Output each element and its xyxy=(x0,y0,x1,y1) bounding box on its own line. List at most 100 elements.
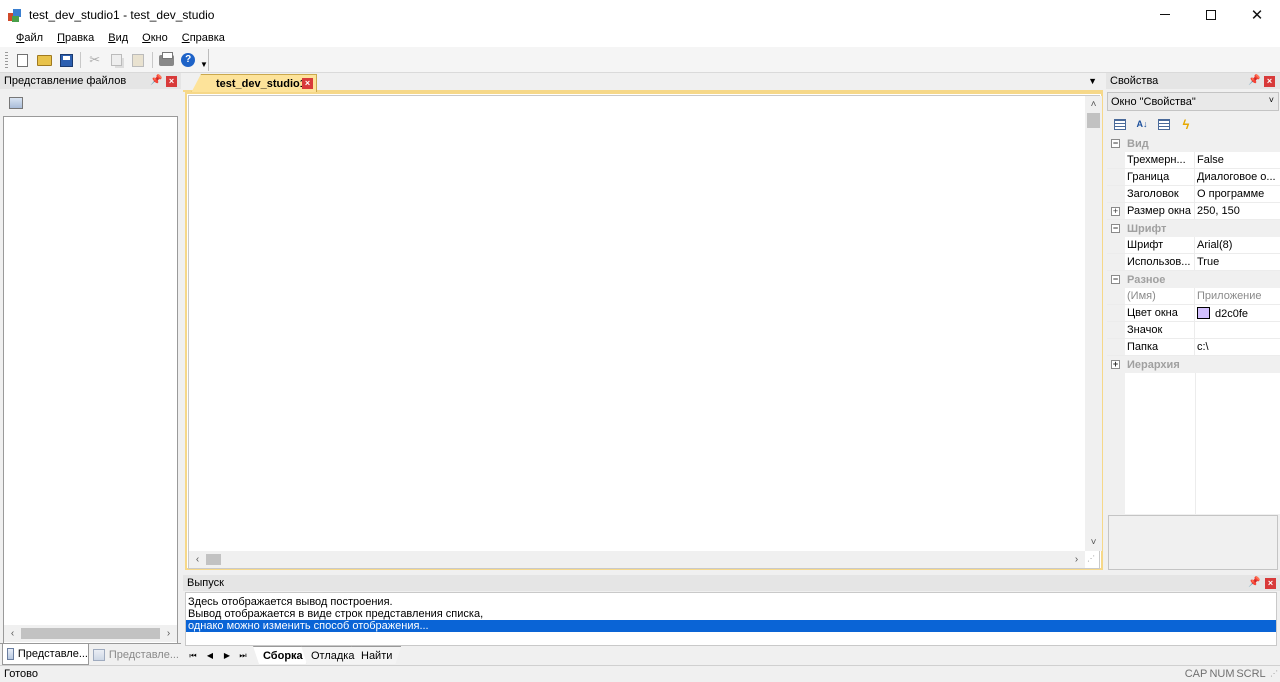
property-row[interactable]: + Размер окна 250, 150 xyxy=(1107,202,1280,220)
scroll-thumb[interactable] xyxy=(21,628,160,639)
save-icon xyxy=(59,53,73,67)
toolbar-grip[interactable] xyxy=(5,52,8,68)
property-row[interactable]: Трехмерн... False xyxy=(1107,151,1280,169)
events-button[interactable]: ϟ xyxy=(1175,115,1197,133)
property-row[interactable]: Цвет окна d2c0fe xyxy=(1107,304,1280,322)
category-row[interactable]: − Вид xyxy=(1107,135,1280,152)
toolbar-overflow-icon[interactable]: ▼ xyxy=(200,60,208,69)
property-row[interactable]: Шрифт Arial(8) xyxy=(1107,236,1280,254)
first-tab-icon[interactable]: ⏮ xyxy=(186,649,200,662)
property-row[interactable]: Заголовок О программе xyxy=(1107,185,1280,203)
pin-icon[interactable]: 📌 xyxy=(1248,577,1260,589)
resize-grip-icon[interactable]: ⋰ xyxy=(1087,554,1095,563)
scroll-left-icon[interactable]: ‹ xyxy=(4,625,21,642)
property-row[interactable]: Граница Диалоговое о... xyxy=(1107,168,1280,186)
document-list-dropdown-icon[interactable]: ▼ xyxy=(1088,76,1097,86)
menu-window[interactable]: Окно xyxy=(135,32,175,44)
save-button[interactable] xyxy=(55,50,77,70)
scroll-down-icon[interactable]: ˅ xyxy=(1085,534,1102,551)
collapse-icon[interactable]: − xyxy=(1111,224,1120,233)
paste-button[interactable] xyxy=(127,50,149,70)
alphabetical-button[interactable]: A↓ xyxy=(1131,115,1153,133)
tab-find-label: Найти xyxy=(361,649,393,662)
property-value[interactable]: Arial(8) xyxy=(1197,239,1279,251)
tab-class-view[interactable]: Представле... xyxy=(89,644,179,665)
maximize-button[interactable] xyxy=(1188,0,1234,29)
last-tab-icon[interactable]: ⏭ xyxy=(236,649,250,662)
grid-column-divider xyxy=(1195,373,1196,514)
close-panel-icon[interactable]: × xyxy=(166,76,177,87)
menu-file-label: айл xyxy=(24,32,44,44)
new-button[interactable] xyxy=(12,50,34,70)
minimize-button[interactable] xyxy=(1142,0,1188,29)
property-value[interactable]: Диалоговое о... xyxy=(1197,171,1279,183)
property-row[interactable]: (Имя) Приложение xyxy=(1107,287,1280,305)
cut-button[interactable]: ✂ xyxy=(84,50,106,70)
property-value[interactable]: О программе xyxy=(1197,188,1279,200)
property-row[interactable]: Папка c:\ xyxy=(1107,338,1280,356)
menu-edit[interactable]: Правка xyxy=(50,32,101,44)
properties-object-select[interactable]: Окно "Свойства" ˅ xyxy=(1107,92,1279,111)
property-value: Приложение xyxy=(1197,290,1262,302)
output-panel: Выпуск 📌 × Здесь отображается вывод пост… xyxy=(183,575,1280,665)
tab-build-label: Сборка xyxy=(263,649,303,662)
file-view-panel: Представление файлов 📌 × ‹ › xyxy=(0,73,181,682)
property-row[interactable]: Использов... True xyxy=(1107,253,1280,271)
document-tab[interactable]: test_dev_studio1 xyxy=(191,74,317,93)
scroll-right-icon[interactable]: › xyxy=(1068,551,1085,568)
document-canvas[interactable]: ˄ ˅ ‹ › ⋰ xyxy=(188,95,1102,569)
maximize-icon xyxy=(1206,9,1216,20)
next-tab-icon[interactable]: ▶ xyxy=(220,649,234,662)
property-value[interactable]: True xyxy=(1197,256,1279,268)
hscroll-thumb[interactable] xyxy=(206,554,221,565)
print-button[interactable] xyxy=(156,50,178,70)
close-panel-icon[interactable]: × xyxy=(1265,578,1276,589)
expand-icon[interactable]: + xyxy=(1111,207,1120,216)
file-properties-icon[interactable] xyxy=(9,97,23,109)
open-button[interactable] xyxy=(34,50,56,70)
document-vscroll[interactable]: ˄ ˅ xyxy=(1085,96,1102,551)
property-value[interactable]: c:\ xyxy=(1197,341,1279,353)
copy-button[interactable] xyxy=(106,50,128,70)
scroll-right-icon[interactable]: › xyxy=(160,625,177,642)
list-item-selected[interactable]: однако можно изменить способ отображения… xyxy=(186,620,1276,632)
tab-find[interactable]: Найти xyxy=(351,646,401,664)
tab-file-view[interactable]: Представле... xyxy=(2,644,89,665)
file-tree[interactable]: ‹ › xyxy=(3,116,178,682)
close-document-icon[interactable]: × xyxy=(302,78,313,89)
help-button[interactable]: ? xyxy=(177,50,199,70)
menu-help[interactable]: Справка xyxy=(175,32,232,44)
property-pages-button[interactable] xyxy=(1153,115,1175,133)
property-row[interactable]: Значок xyxy=(1107,321,1280,339)
menu-view[interactable]: Вид xyxy=(101,32,135,44)
property-value[interactable]: d2c0fe xyxy=(1197,306,1279,320)
scissors-icon: ✂ xyxy=(89,52,101,67)
sort-az-icon: A↓ xyxy=(1136,119,1148,129)
pin-icon[interactable]: 📌 xyxy=(1248,75,1260,87)
scroll-up-icon[interactable]: ˄ xyxy=(1085,96,1102,113)
collapse-icon[interactable]: − xyxy=(1111,275,1120,284)
category-row[interactable]: + Иерархия xyxy=(1107,356,1280,373)
resize-grip-icon[interactable]: ⋰ xyxy=(1270,669,1278,678)
pin-icon[interactable]: 📌 xyxy=(150,75,162,87)
file-tree-hscroll[interactable]: ‹ › xyxy=(4,625,177,642)
menu-file[interactable]: Файл xyxy=(9,32,50,44)
close-panel-icon[interactable]: × xyxy=(1264,76,1275,87)
document-hscroll[interactable]: ‹ › xyxy=(189,551,1085,568)
category-row[interactable]: − Разное xyxy=(1107,271,1280,288)
output-list[interactable]: Здесь отображается вывод построения. Выв… xyxy=(185,592,1277,646)
collapse-icon[interactable]: − xyxy=(1111,139,1120,148)
property-value[interactable]: 250, 150 xyxy=(1197,205,1279,217)
expand-icon[interactable]: + xyxy=(1111,360,1120,369)
categorized-button[interactable] xyxy=(1109,115,1131,133)
list-item[interactable]: Вывод отображается в виде строк представ… xyxy=(186,608,1276,620)
close-window-button[interactable]: ✕ xyxy=(1234,0,1280,29)
scroll-left-icon[interactable]: ‹ xyxy=(189,551,206,568)
property-value[interactable]: False xyxy=(1197,154,1279,166)
tab-class-view-label: Представле... xyxy=(108,648,179,661)
property-name: Заголовок xyxy=(1127,185,1195,203)
previous-tab-icon[interactable]: ◀ xyxy=(203,649,217,662)
list-item[interactable]: Здесь отображается вывод построения. xyxy=(186,596,1276,608)
category-row[interactable]: − Шрифт xyxy=(1107,220,1280,237)
vscroll-thumb[interactable] xyxy=(1087,113,1100,128)
